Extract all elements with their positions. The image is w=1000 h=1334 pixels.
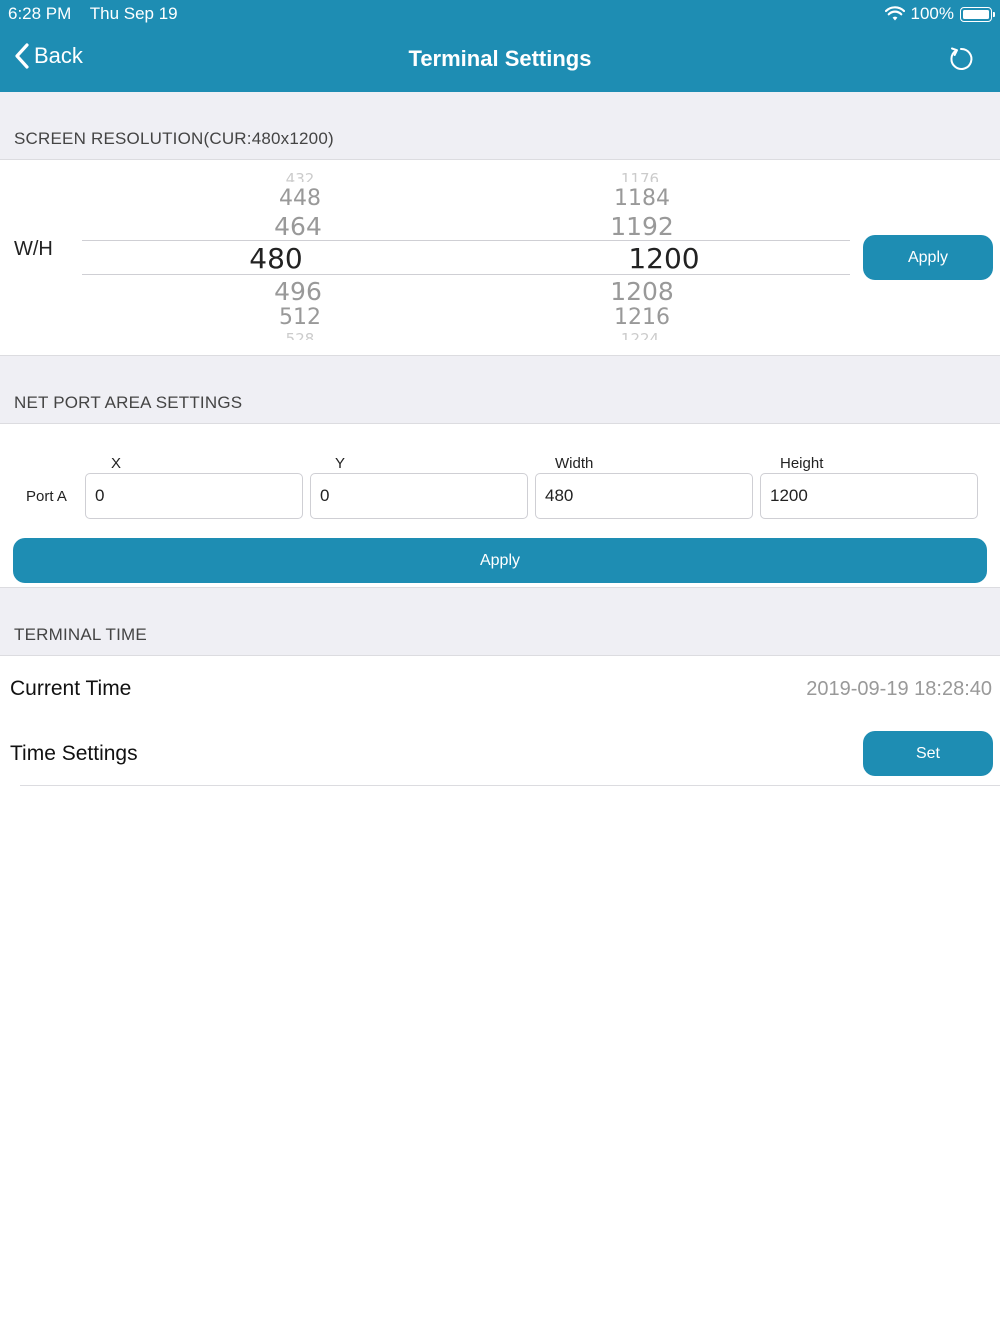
picker-option-selected[interactable]: 480: [226, 242, 326, 275]
picker-option[interactable]: 1216: [590, 305, 694, 330]
picker-option[interactable]: 1224: [590, 330, 690, 340]
picker-option[interactable]: 464: [250, 212, 346, 241]
picker-option[interactable]: 528: [250, 330, 350, 340]
port-apply-button[interactable]: Apply: [13, 538, 987, 583]
status-date: Thu Sep 19: [89, 4, 178, 23]
status-time: 6:28 PM: [8, 4, 72, 23]
picker-option[interactable]: 448: [250, 186, 350, 211]
section-header-net-port: NET PORT AREA SETTINGS: [0, 356, 1000, 424]
column-label-x: X: [111, 455, 122, 472]
net-port-panel: X Y Width Height Port A 0 0 480 1200 App…: [0, 424, 1000, 588]
picker-option[interactable]: 1208: [590, 277, 694, 306]
port-width-field[interactable]: 480: [535, 473, 753, 519]
resolution-apply-button[interactable]: Apply: [863, 235, 993, 280]
current-time-value: 2019-09-19 18:28:40: [806, 678, 992, 700]
picker-option[interactable]: 1192: [590, 212, 694, 241]
column-label-y: Y: [335, 455, 346, 472]
current-time-label: Current Time: [10, 677, 132, 700]
terminal-time-panel: Current Time 2019-09-19 18:28:40 Time Se…: [0, 656, 1000, 786]
column-label-height: Height: [780, 455, 824, 472]
wh-label: W/H: [14, 238, 53, 260]
section-title: TERMINAL TIME: [14, 625, 147, 644]
divider: [20, 785, 1000, 786]
section-title: SCREEN RESOLUTION(CUR:480x1200): [14, 129, 334, 148]
picker-option[interactable]: 432: [250, 170, 350, 182]
status-bar-right: 100%: [884, 4, 995, 24]
picker-selection-line-top: [82, 240, 850, 241]
port-a-label: Port A: [26, 488, 67, 505]
picker-selection-line-bottom: [82, 274, 850, 275]
battery-percent: 100%: [910, 4, 954, 23]
section-header-terminal-time: TERMINAL TIME: [0, 588, 1000, 656]
port-x-field[interactable]: 0: [85, 473, 303, 519]
page-title: Terminal Settings: [408, 46, 592, 71]
port-height-field[interactable]: 1200: [760, 473, 978, 519]
picker-option[interactable]: 496: [250, 277, 346, 306]
battery-icon: [960, 6, 995, 22]
status-bar-left: 6:28 PM Thu Sep 19: [8, 4, 192, 24]
wifi-icon: [884, 6, 905, 21]
refresh-icon[interactable]: [948, 46, 974, 72]
section-header-screen-resolution: SCREEN RESOLUTION(CUR:480x1200): [0, 92, 1000, 160]
picker-option[interactable]: 512: [250, 305, 350, 330]
column-label-width: Width: [555, 455, 594, 472]
picker-option[interactable]: 1184: [590, 186, 694, 211]
port-y-field[interactable]: 0: [310, 473, 528, 519]
picker-option-selected[interactable]: 1200: [612, 242, 716, 275]
time-settings-label: Time Settings: [10, 742, 138, 765]
picker-option[interactable]: 1176: [590, 170, 690, 182]
time-set-button[interactable]: Set: [863, 731, 993, 776]
resolution-panel: W/H 432 448 464 480 496 512 528 1176 118…: [0, 160, 1000, 356]
section-title: NET PORT AREA SETTINGS: [14, 393, 243, 412]
navigation-bar: 6:28 PM Thu Sep 19 100% Back Terminal Se…: [0, 0, 1000, 92]
